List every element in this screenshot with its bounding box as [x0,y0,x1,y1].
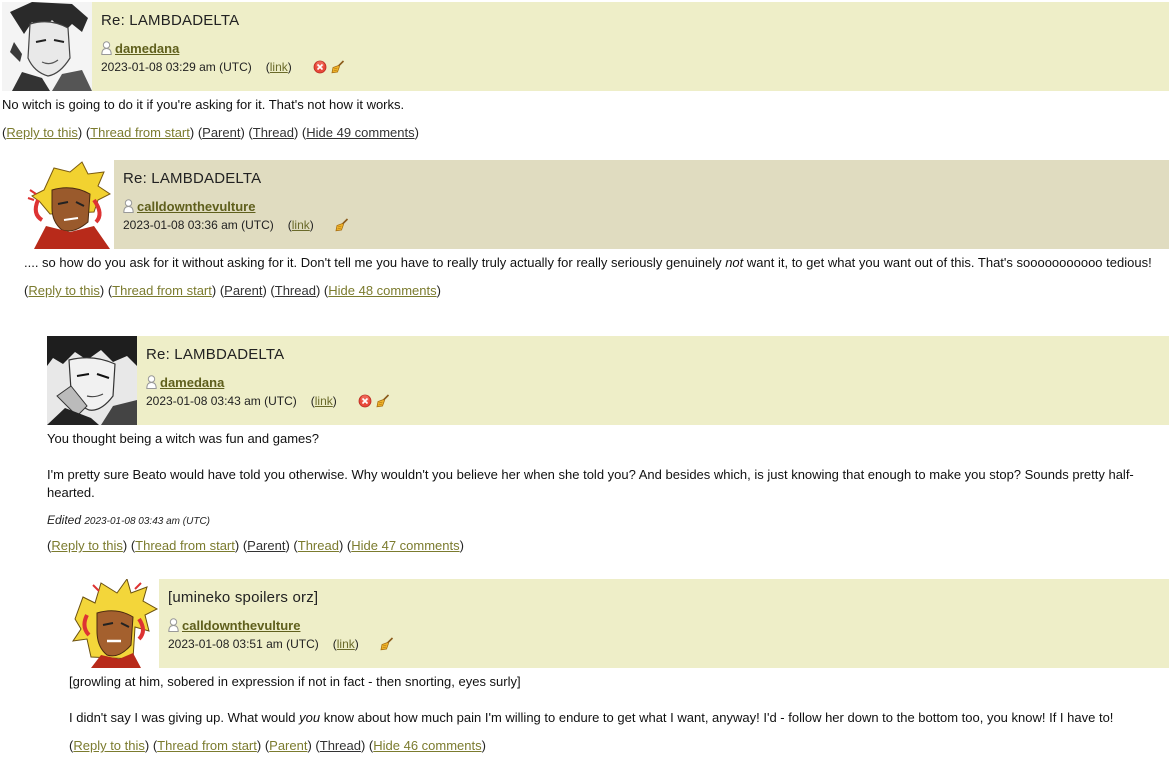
comment-header: Re: LAMBDADELTA damedana 2023-01-08 03:2… [2,2,1169,91]
username-link[interactable]: damedana [115,41,179,56]
comment-meta: 2023-01-08 03:43 am (UTC) (link) [146,394,1159,411]
comment-subject: Re: LAMBDADELTA [101,12,240,29]
comment-subject: Re: LAMBDADELTA [123,170,262,187]
thread-link[interactable]: Thread [253,125,294,140]
comment-text: I didn't say I was giving up. What would… [69,709,1169,727]
thread-link[interactable]: Thread [320,738,361,753]
thread-from-start-link[interactable]: Thread from start [157,738,257,753]
comment-header-box: Re: LAMBDADELTA damedana 2023-01-08 03:2… [92,2,1169,91]
text-segment: know about how much pain I'm willing to … [320,710,1114,725]
screen-broom-icon[interactable] [380,637,394,651]
parent-link[interactable]: Parent [247,538,285,553]
thread-link[interactable]: Thread [298,538,339,553]
screen-broom-icon[interactable] [376,394,390,408]
delete-icon[interactable] [313,60,327,74]
comment-meta: 2023-01-08 03:36 am (UTC) (link) [123,218,1159,235]
permalink[interactable]: link [337,637,355,651]
comment-text: .... so how do you ask for it without as… [24,254,1169,272]
avatar[interactable] [47,336,137,425]
hide-comments-link[interactable]: Hide 46 comments [373,738,481,753]
user-line: calldownthevulture [168,618,1159,633]
avatar[interactable] [24,160,114,249]
hide-comments-link[interactable]: Hide 47 comments [351,538,459,553]
comment-subject: [umineko spoilers orz] [168,589,319,606]
comment-text: [growling at him, sobered in expression … [69,674,521,689]
user-silhouette-icon [168,618,179,632]
comment-meta: 2023-01-08 03:29 am (UTC) (link) [101,60,1159,77]
comment-header-box: Re: LAMBDADELTA damedana 2023-01-08 03:4… [137,336,1169,425]
comment-text: You thought being a witch was fun and ga… [47,431,319,446]
comment-actions: (Reply to this) (Thread from start) (Par… [2,125,419,140]
parent-link[interactable]: Parent [224,283,262,298]
reply-link[interactable]: Reply to this [51,538,123,553]
comment-meta: 2023-01-08 03:51 am (UTC) (link) [168,637,1159,654]
reply-link[interactable]: Reply to this [6,125,78,140]
comment-body: [growling at him, sobered in expression … [69,673,1169,727]
comment-tools [380,637,398,654]
hide-comments-link[interactable]: Hide 48 comments [328,283,436,298]
thread-link[interactable]: Thread [275,283,316,298]
comment-timestamp: 2023-01-08 03:29 am (UTC) [101,60,252,74]
comment-timestamp: 2023-01-08 03:51 am (UTC) [168,637,319,651]
emphasis-text: not [725,255,744,270]
parent-link[interactable]: Parent [269,738,307,753]
delete-icon[interactable] [358,394,372,408]
hide-comments-link[interactable]: Hide 49 comments [306,125,414,140]
comment-header: [umineko spoilers orz] calldownthevultur… [69,579,1169,668]
permalink[interactable]: link [270,60,288,74]
comment-text: I'm pretty sure Beato would have told yo… [47,467,1134,500]
thread-from-start-link[interactable]: Thread from start [135,538,235,553]
thread-from-start-link[interactable]: Thread from start [112,283,212,298]
comment-body: You thought being a witch was fun and ga… [47,430,1169,502]
comment-tools [313,60,349,77]
comment-body: No witch is going to do it if you're ask… [2,96,1169,114]
reply-link[interactable]: Reply to this [73,738,145,753]
comment: Re: LAMBDADELTA calldownthevulture 2023-… [24,160,1169,298]
text-segment: want it, to get what you want out of thi… [743,255,1152,270]
thread-from-start-link[interactable]: Thread from start [90,125,190,140]
text-segment: I didn't say I was giving up. What would [69,710,300,725]
user-line: calldownthevulture [123,199,1159,214]
emphasis-text: you [299,710,321,725]
permalink[interactable]: link [292,218,310,232]
edited-label: Edited [47,513,82,527]
user-line: damedana [101,41,1159,56]
permalink[interactable]: link [315,394,333,408]
comment: Re: LAMBDADELTA damedana 2023-01-08 03:2… [2,2,1169,140]
comment: [umineko spoilers orz] calldownthevultur… [69,579,1169,753]
parent-link[interactable]: Parent [202,125,240,140]
edited-timestamp: 2023-01-08 03:43 am (UTC) [84,516,210,527]
comment-actions: (Reply to this) (Thread from start) (Par… [69,738,486,753]
user-silhouette-icon [146,375,157,389]
edited-note: Edited 2023-01-08 03:43 am (UTC) [47,513,1169,527]
avatar[interactable] [2,2,92,91]
reply-link[interactable]: Reply to this [28,283,100,298]
comment: Re: LAMBDADELTA damedana 2023-01-08 03:4… [47,336,1169,553]
screen-broom-icon[interactable] [331,60,345,74]
user-silhouette-icon [123,199,134,213]
username-link[interactable]: calldownthevulture [182,618,300,633]
user-line: damedana [146,375,1159,390]
text-segment: .... so how do you ask for it without as… [24,255,726,270]
comment-header: Re: LAMBDADELTA calldownthevulture 2023-… [24,160,1169,249]
user-silhouette-icon [101,41,112,55]
comment-tools [335,218,353,235]
comment-header-box: [umineko spoilers orz] calldownthevultur… [159,579,1169,668]
screen-broom-icon[interactable] [335,218,349,232]
comment-tools [358,394,394,411]
comment-header-box: Re: LAMBDADELTA calldownthevulture 2023-… [114,160,1169,249]
username-link[interactable]: calldownthevulture [137,199,255,214]
comment-body: .... so how do you ask for it without as… [24,254,1169,272]
comment-timestamp: 2023-01-08 03:43 am (UTC) [146,394,297,408]
comment-timestamp: 2023-01-08 03:36 am (UTC) [123,218,274,232]
comment-header: Re: LAMBDADELTA damedana 2023-01-08 03:4… [47,336,1169,425]
comment-subject: Re: LAMBDADELTA [146,346,285,363]
comment-actions: (Reply to this) (Thread from start) (Par… [47,538,464,553]
avatar[interactable] [69,579,159,668]
username-link[interactable]: damedana [160,375,224,390]
comment-actions: (Reply to this) (Thread from start) (Par… [24,283,441,298]
comment-text: No witch is going to do it if you're ask… [2,97,405,112]
